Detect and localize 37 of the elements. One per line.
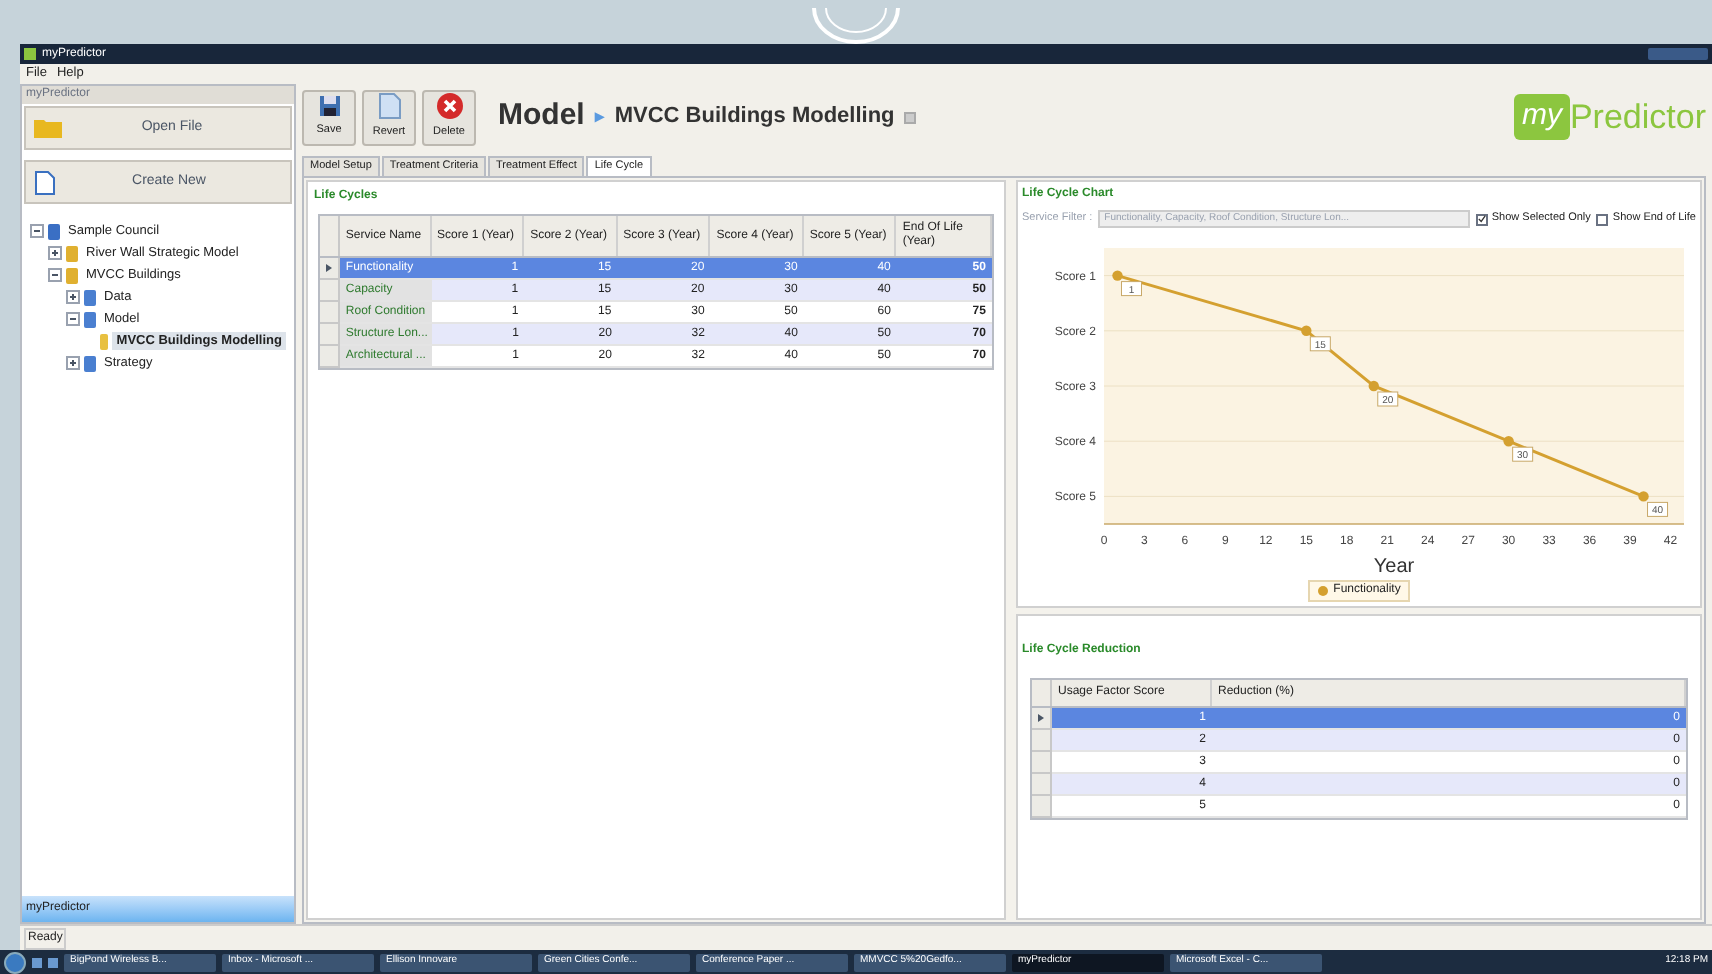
- checkbox[interactable]: [1475, 213, 1488, 225]
- row-header[interactable]: [1032, 708, 1052, 730]
- data-point: [1502, 436, 1513, 447]
- row-pointer-icon: [325, 264, 332, 272]
- check-icon: [1477, 214, 1486, 224]
- expander-icon[interactable]: [66, 290, 80, 304]
- breadcrumb-page: MVCC Buildings Modelling: [614, 102, 895, 133]
- row-pointer-icon: [1038, 714, 1044, 722]
- breadcrumb-section: Model: [498, 94, 585, 140]
- tree-node-icon: [48, 223, 60, 239]
- start-button[interactable]: [4, 951, 26, 973]
- row-header[interactable]: [320, 258, 340, 280]
- breadcrumb-separator: ▸: [594, 103, 605, 130]
- data-point: [1300, 325, 1311, 336]
- axis-title: Year: [1372, 556, 1414, 578]
- tree-node-icon: [66, 245, 78, 261]
- app-logo: my Predictor: [1513, 91, 1706, 143]
- tree-node-icon: [84, 355, 96, 371]
- document-icon: [377, 92, 401, 121]
- expander-icon[interactable]: [66, 312, 80, 326]
- expander-icon[interactable]: [48, 246, 62, 260]
- expander-icon[interactable]: [66, 356, 80, 370]
- delete-icon: [435, 92, 463, 121]
- checkbox[interactable]: [1596, 213, 1609, 225]
- expander-icon[interactable]: [48, 268, 62, 282]
- app-icon: [24, 48, 36, 60]
- data-point: [1111, 270, 1122, 281]
- data-point: [1367, 380, 1378, 392]
- new-document-icon: [34, 169, 56, 195]
- tree-node-icon: [99, 333, 109, 349]
- tree-node-icon: [84, 289, 96, 305]
- folder-icon: [34, 118, 62, 138]
- tree-node-icon: [66, 267, 78, 283]
- ring-drawing: [810, 8, 902, 44]
- tree-node-icon: [84, 311, 96, 327]
- data-point: [1637, 491, 1648, 502]
- expander-icon[interactable]: [30, 224, 44, 238]
